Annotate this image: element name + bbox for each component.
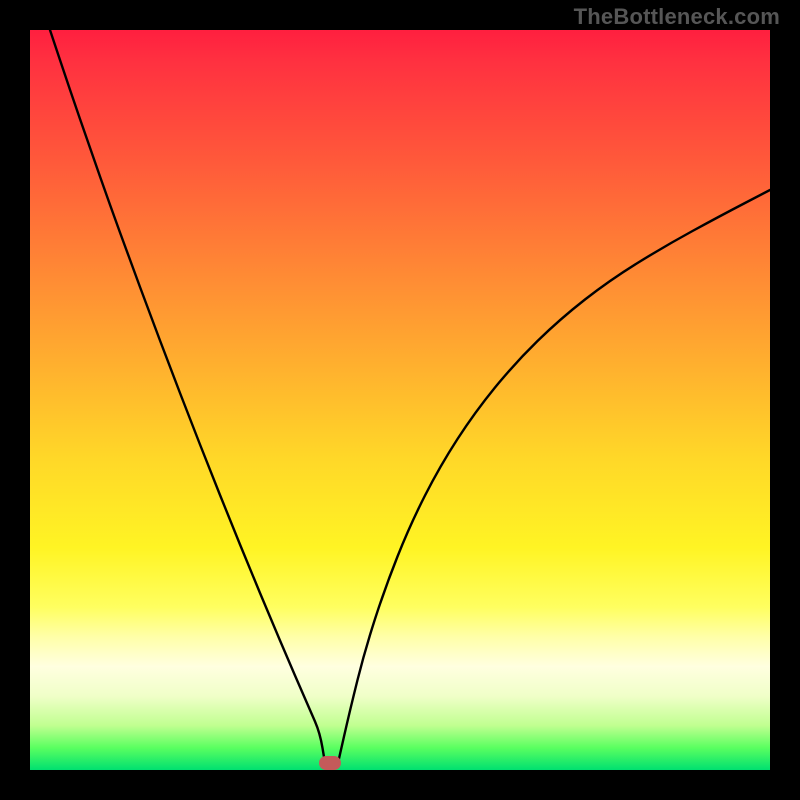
- minimum-marker: [319, 756, 341, 770]
- chart-container: TheBottleneck.com: [0, 0, 800, 800]
- plot-area: [30, 30, 770, 770]
- watermark-text: TheBottleneck.com: [574, 4, 780, 30]
- curve-right-branch: [338, 190, 770, 763]
- curve-layer: [30, 30, 770, 770]
- curve-left-branch: [50, 30, 325, 763]
